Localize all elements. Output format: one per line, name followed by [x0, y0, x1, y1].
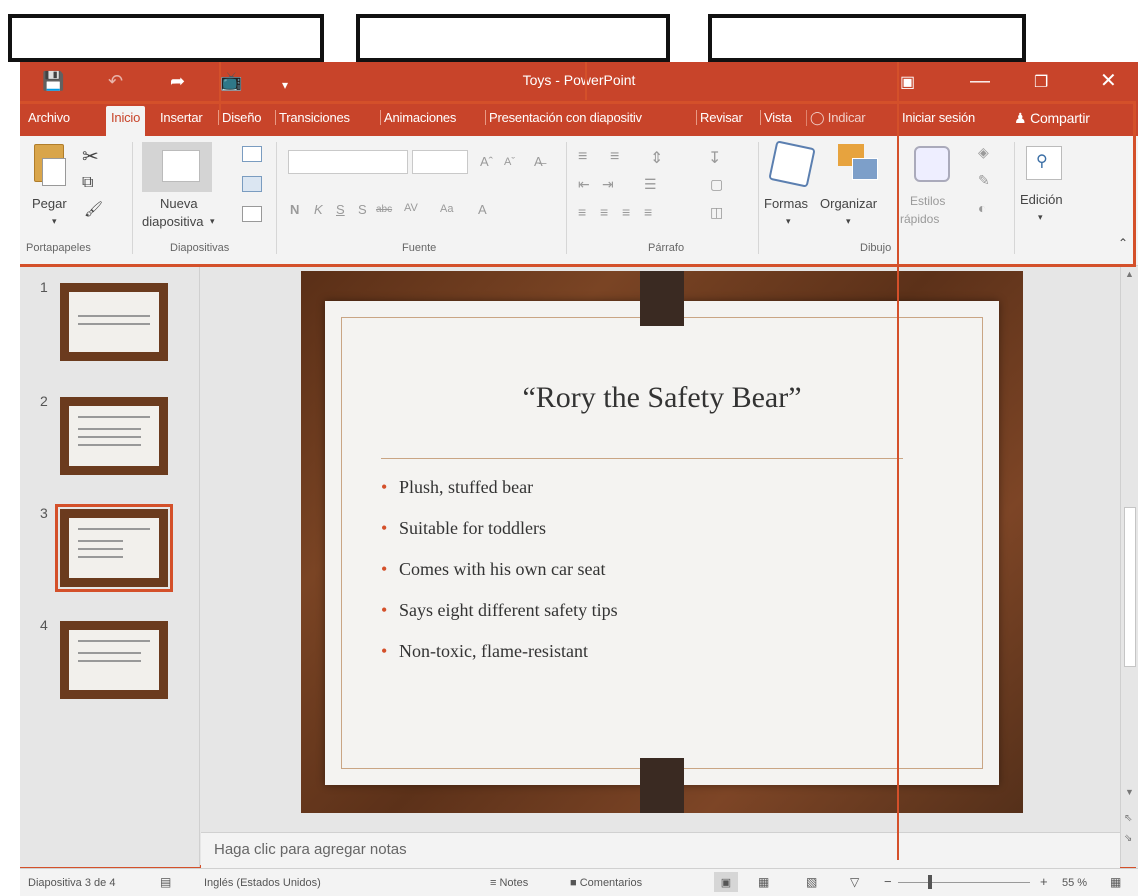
minimize-icon[interactable]: — — [970, 69, 990, 93]
zoom-level[interactable]: 55 % — [1062, 877, 1087, 889]
annotation-leader-2 — [585, 62, 587, 100]
slide-thumbnails-panel: 1 2 3 4 — [20, 267, 200, 867]
spelling-icon[interactable]: ▤ — [160, 875, 171, 889]
next-slide-icon[interactable]: ⇘ — [1124, 833, 1132, 844]
comments-button-label: Comentarios — [579, 877, 643, 889]
status-bar: Diapositiva 3 de 4 ▤ Inglés (Estados Uni… — [20, 868, 1138, 896]
slide-thumbnail-3[interactable] — [55, 504, 173, 592]
bullet-item: Non-toxic, flame-resistant — [381, 639, 618, 680]
title-bar: 💾 ↶ ➦ 📺 ▾ Toys - PowerPoint ▣ — ❐ ✕ — [20, 62, 1138, 102]
slide-bullet-list[interactable]: Plush, stuffed bear Suitable for toddler… — [381, 475, 618, 680]
language-indicator[interactable]: Inglés (Estados Unidos) — [204, 877, 321, 889]
annotation-frame-ribbon — [20, 101, 1136, 267]
zoom-in-icon[interactable]: + — [1040, 874, 1048, 889]
annotation-box-3 — [708, 14, 1026, 62]
annotation-leader-1 — [219, 62, 221, 120]
bullet-item: Says eight different safety tips — [381, 598, 618, 639]
bottom-clip — [640, 758, 684, 813]
notes-icon: ≡ — [490, 877, 497, 889]
comment-icon: ■ — [570, 877, 577, 889]
scroll-down-icon[interactable]: ▼ — [1125, 787, 1134, 797]
thumbnail-number: 3 — [40, 505, 48, 521]
ribbon-display-icon[interactable]: ▣ — [900, 71, 915, 95]
bullet-item: Comes with his own car seat — [381, 557, 618, 598]
close-icon[interactable]: ✕ — [1100, 69, 1117, 93]
slide-thumbnail-2[interactable] — [60, 397, 168, 475]
bullet-item: Plush, stuffed bear — [381, 475, 618, 516]
notes-placeholder: Haga clic para agregar notas — [214, 841, 407, 858]
annotation-box-2 — [356, 14, 670, 62]
powerpoint-window: 💾 ↶ ➦ 📺 ▾ Toys - PowerPoint ▣ — ❐ ✕ Arch… — [20, 62, 1138, 896]
fit-to-window-icon[interactable]: ▦ — [1110, 875, 1121, 889]
restore-icon[interactable]: ❐ — [1034, 71, 1048, 95]
title-divider — [381, 458, 903, 459]
slide-thumbnail-1[interactable] — [60, 283, 168, 361]
zoom-slider-thumb[interactable] — [928, 875, 932, 889]
vertical-scrollbar[interactable]: ▲ ▼ ⇖ ⇘ — [1120, 267, 1138, 867]
slide-thumbnail-4[interactable] — [60, 621, 168, 699]
thumbnail-number: 2 — [40, 393, 48, 409]
slide-stage: “Rory the Safety Bear” Plush, stuffed be… — [201, 267, 1138, 832]
slide-counter: Diapositiva 3 de 4 — [28, 877, 116, 889]
annotation-box-1 — [8, 14, 324, 62]
slide-background: “Rory the Safety Bear” Plush, stuffed be… — [301, 271, 1023, 813]
zoom-out-icon[interactable]: − — [884, 874, 892, 889]
annotation-leader-3 — [897, 62, 899, 860]
slideshow-icon[interactable]: ▽ — [850, 875, 859, 889]
bullet-item: Suitable for toddlers — [381, 516, 618, 557]
normal-view-icon[interactable]: ▣ — [714, 872, 738, 892]
notes-pane[interactable]: Haga clic para agregar notas — [201, 832, 1120, 868]
slide-title[interactable]: “Rory the Safety Bear” — [365, 381, 959, 415]
top-clip — [640, 271, 684, 326]
slide-sorter-icon[interactable]: ▦ — [758, 875, 769, 889]
comments-button[interactable]: ■ Comentarios — [570, 877, 642, 889]
scroll-thumb[interactable] — [1124, 507, 1136, 667]
thumbnail-number: 4 — [40, 617, 48, 633]
previous-slide-icon[interactable]: ⇖ — [1124, 813, 1132, 824]
reading-view-icon[interactable]: ▧ — [806, 875, 817, 889]
scroll-up-icon[interactable]: ▲ — [1125, 269, 1134, 279]
zoom-slider[interactable] — [898, 882, 1030, 883]
notes-button[interactable]: ≡ Notes — [490, 877, 528, 889]
notes-button-label: Notes — [499, 877, 529, 889]
thumbnail-number: 1 — [40, 279, 48, 295]
